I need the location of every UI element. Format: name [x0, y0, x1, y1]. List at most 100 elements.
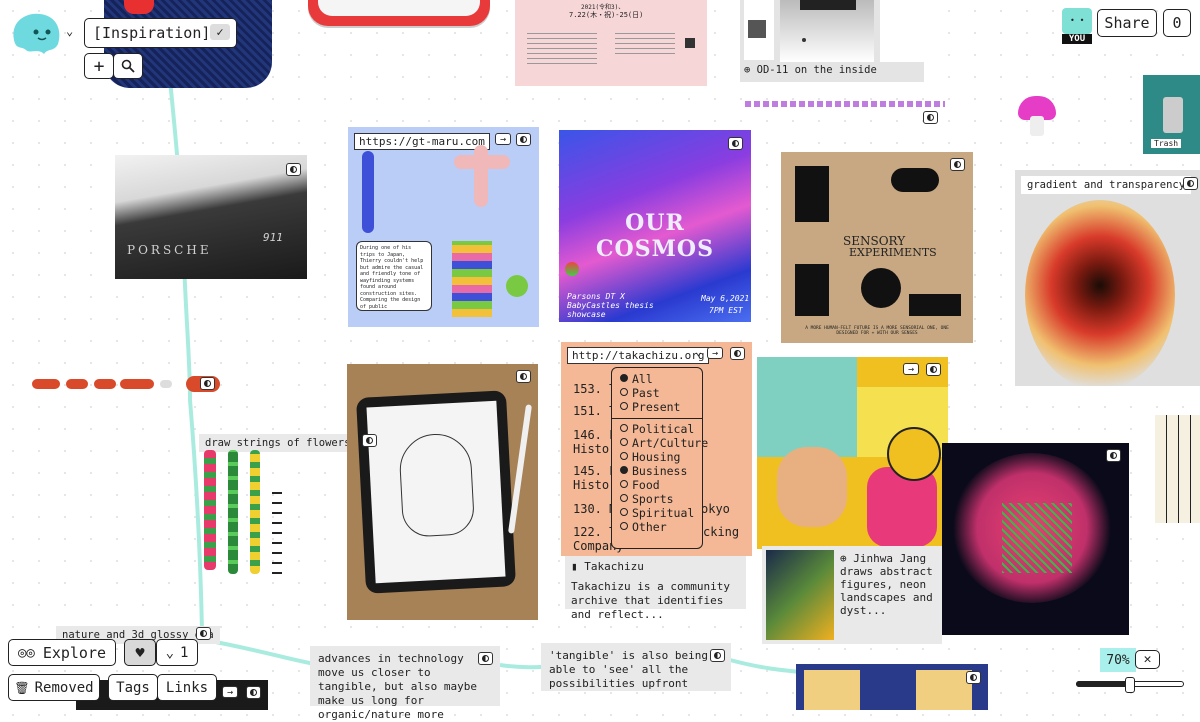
channel-label: [Inspiration] — [93, 24, 211, 42]
menu-item-political[interactable]: Political — [620, 422, 694, 436]
flowers-image[interactable] — [196, 450, 292, 580]
menu-item-spiritual[interactable]: Spiritual — [620, 506, 694, 520]
red-pad-image[interactable] — [308, 0, 490, 26]
theme-toggle-sensory[interactable] — [950, 158, 965, 171]
tarot-cards-image[interactable] — [796, 664, 988, 710]
search-icon — [121, 59, 135, 73]
open-link-button-gt[interactable]: → — [495, 133, 511, 145]
jinhwa-card[interactable]: ⊕ Jinhwa Jang draws abstract figures, ne… — [762, 546, 942, 644]
menu-label: Present — [632, 400, 681, 414]
share-count-button[interactable]: 0 — [1163, 9, 1191, 37]
chevron-down-icon[interactable]: ⌄ — [695, 345, 702, 358]
globe-icon: ⊕ — [840, 552, 847, 565]
jinhwa-text: ⊕ Jinhwa Jang draws abstract figures, ne… — [840, 552, 940, 617]
menu-item-sports[interactable]: Sports — [620, 492, 694, 506]
our-cosmos-image[interactable]: OUR COSMOS Parsons DT X BabyCastles thes… — [559, 130, 751, 322]
gt-maru-image[interactable]: https://gt-maru.com During one of his tr… — [348, 127, 539, 327]
theme-toggle-note-tangible[interactable] — [710, 649, 725, 662]
open-link-button-illustration[interactable]: → — [903, 363, 919, 375]
zoom-value: 70% — [1100, 648, 1136, 672]
japanese-poster-image[interactable]: 2021(令和3)、 7.22(木・祝)-25(日) — [515, 0, 707, 86]
ipad-drawing-image[interactable] — [347, 364, 538, 620]
theme-toggle-beads[interactable] — [923, 111, 938, 124]
porsche-image[interactable]: PORSCHE 911 — [115, 155, 307, 279]
note-tech[interactable]: advances in technology move us closer to… — [310, 646, 500, 721]
close-icon: ✕ — [1143, 652, 1152, 667]
open-link-button-takachizu[interactable]: → — [707, 347, 723, 359]
open-link-button-dark[interactable]: → — [222, 686, 238, 698]
zoom-slider[interactable] — [1076, 677, 1184, 693]
theme-toggle-takachizu[interactable] — [730, 347, 745, 360]
theme-toggle-bugs[interactable] — [200, 377, 215, 390]
gt-maru-url[interactable]: https://gt-maru.com — [354, 133, 490, 150]
trash-label: Trash — [1151, 139, 1182, 148]
menu-item-art-culture[interactable]: Art/Culture — [620, 436, 708, 450]
theme-toggle-neon[interactable] — [1106, 449, 1121, 462]
od11-caption-text: OD-11 on the inside — [756, 64, 877, 76]
sensory-title-2: EXPERIMENTS — [849, 246, 937, 259]
gradient-caption: gradient and transparency — [1021, 176, 1192, 194]
theme-toggle-ipad-2[interactable] — [362, 434, 377, 447]
zoom-reset-button[interactable]: ✕ — [1135, 650, 1160, 669]
menu-item-past[interactable]: Past — [620, 386, 694, 400]
takachizu-name: Takachizu — [584, 560, 644, 573]
menu-label: Business — [632, 464, 688, 478]
user-avatar[interactable] — [8, 10, 64, 56]
like-button[interactable]: ♥ — [124, 639, 156, 666]
add-button[interactable]: + — [84, 53, 114, 79]
trash-bin[interactable]: Trash — [1143, 75, 1200, 154]
theme-toggle-illustration[interactable] — [926, 363, 941, 376]
menu-item-other[interactable]: Other — [620, 520, 694, 534]
radio-selected-icon — [620, 374, 628, 382]
gradient-transparency-image[interactable] — [1015, 170, 1200, 386]
note-tangible[interactable]: 'tangible' is also being able to 'see' a… — [541, 643, 731, 691]
likes-count-button[interactable]: ⌄ 1 — [156, 639, 198, 666]
menu-item-housing[interactable]: Housing — [620, 450, 694, 464]
channel-selector[interactable]: [Inspiration] ✓ — [84, 18, 237, 48]
menu-label: Housing — [632, 450, 681, 464]
theme-toggle-tarot[interactable] — [966, 671, 981, 684]
share-button[interactable]: Share — [1097, 9, 1157, 37]
menu-item-business[interactable]: Business — [620, 464, 694, 478]
od11-card[interactable]: ⊕ OD-11 on the inside — [740, 0, 924, 82]
links-button[interactable]: Links — [157, 674, 217, 701]
theme-toggle-dark[interactable] — [246, 686, 261, 699]
theme-toggle-gradient[interactable] — [1183, 177, 1198, 190]
radio-icon — [620, 522, 628, 530]
zoom-slider-thumb[interactable] — [1125, 677, 1135, 693]
grid-art-image[interactable] — [1155, 415, 1200, 523]
menu-item-present[interactable]: Present — [620, 400, 694, 414]
radio-icon — [620, 388, 628, 396]
poster-line2: 7.22(木・祝)-25(日) — [569, 11, 644, 19]
chevron-down-icon[interactable]: ⌄ — [66, 24, 73, 38]
bead-strip-image[interactable] — [745, 101, 945, 107]
menu-item-food[interactable]: Food — [620, 478, 694, 492]
category-dropdown[interactable]: All Past Present Political Art/Culture H… — [611, 367, 708, 549]
illustration-image[interactable] — [757, 357, 948, 549]
menu-label: Other — [632, 520, 667, 534]
explore-button[interactable]: ◎◎ Explore — [8, 639, 116, 666]
theme-toggle-note-tech[interactable] — [478, 652, 493, 665]
theme-toggle-porsche[interactable] — [286, 163, 301, 176]
bugs-image[interactable] — [32, 376, 224, 392]
tags-label: Tags — [116, 679, 150, 696]
radio-icon — [620, 438, 628, 446]
theme-toggle-gt[interactable] — [516, 133, 531, 146]
takachizu-info[interactable]: ▮ Takachizu Takachizu is a community arc… — [565, 556, 746, 621]
theme-toggle-nature[interactable] — [196, 627, 211, 640]
tags-button[interactable]: Tags — [108, 674, 158, 701]
takachizu-line-6: 130. M — [573, 502, 617, 516]
theme-toggle-cosmos[interactable] — [728, 137, 743, 150]
explore-label: Explore — [42, 643, 107, 662]
menu-item-all[interactable]: All — [620, 372, 694, 386]
sensory-experiments-image[interactable]: SENSORY EXPERIMENTS A MORE HUMAN-FELT FU… — [781, 152, 973, 343]
takachizu-url[interactable]: http://takachizu.org — [567, 347, 710, 364]
theme-toggle-ipad[interactable] — [516, 370, 531, 383]
zoom-label: 70% — [1106, 652, 1130, 668]
removed-button[interactable]: 🗑 Removed — [8, 674, 100, 701]
menu-label: Art/Culture — [632, 436, 709, 450]
search-button[interactable] — [113, 53, 143, 79]
mushroom-image[interactable] — [1018, 96, 1058, 138]
neon-landscape-image[interactable] — [942, 443, 1129, 635]
you-badge[interactable]: • • YOU — [1062, 8, 1092, 46]
